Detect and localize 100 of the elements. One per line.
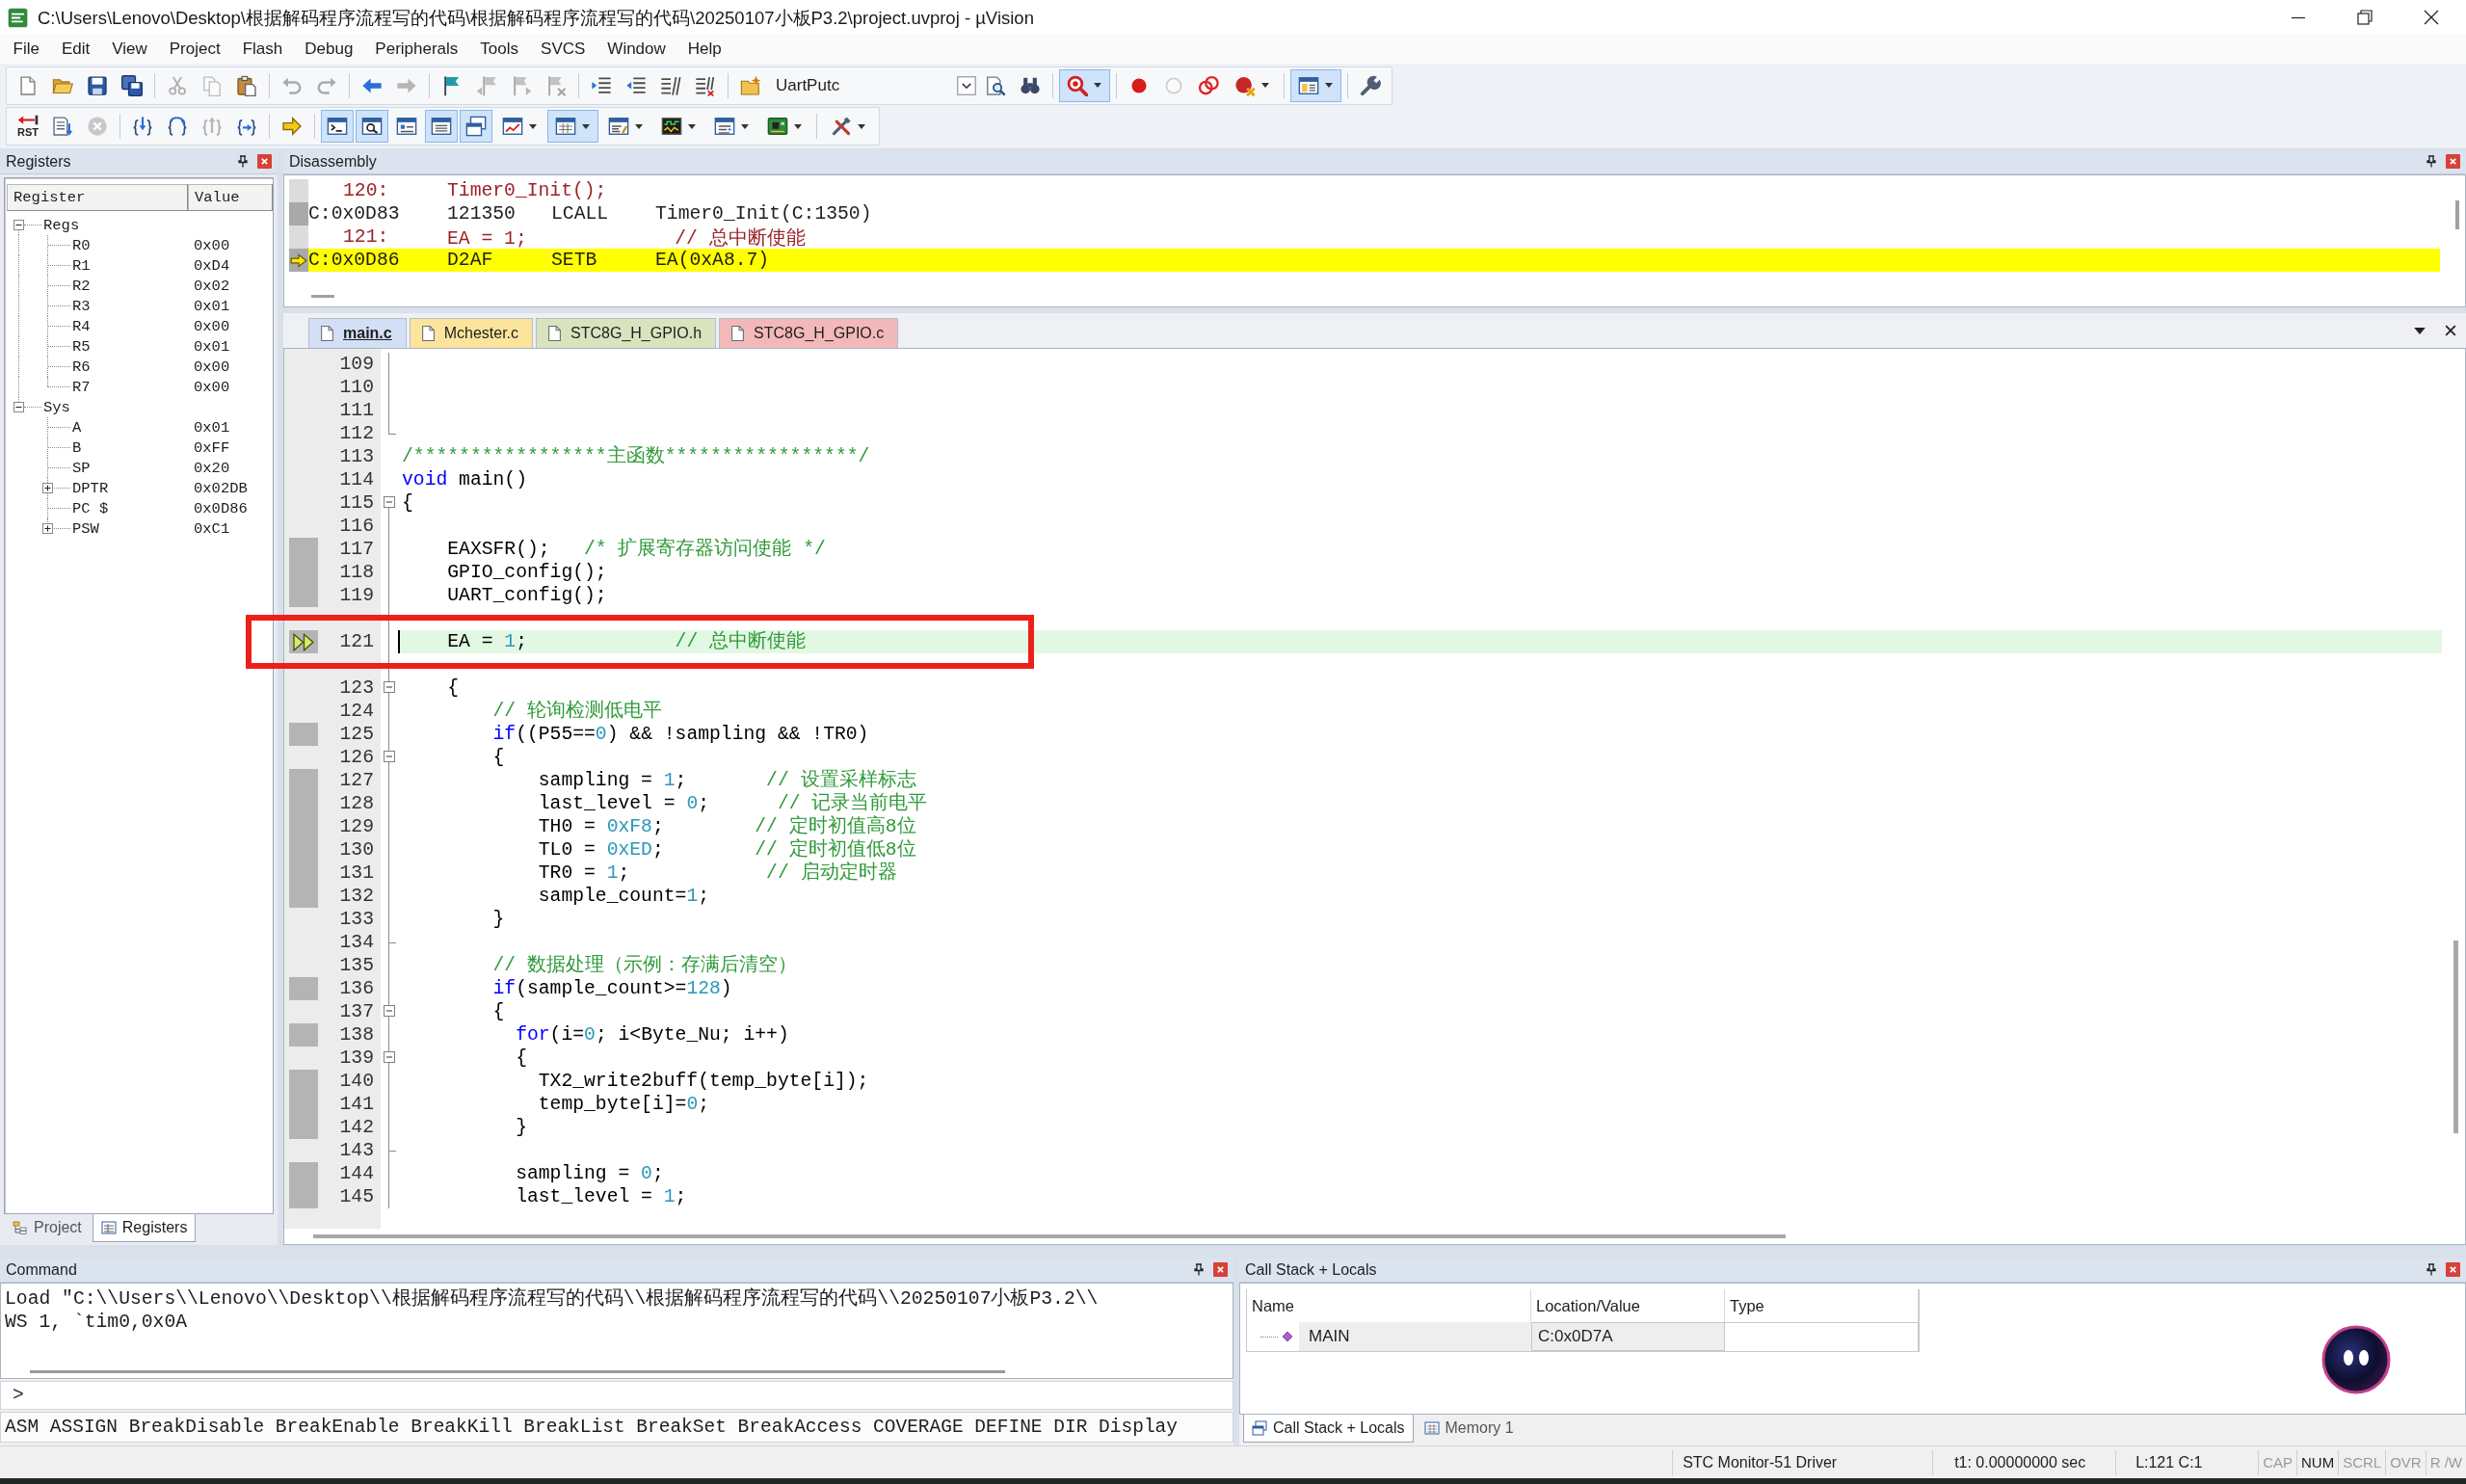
- assistant-orb-icon[interactable]: [2321, 1325, 2391, 1394]
- code-line: sampling = 0;: [515, 1162, 664, 1185]
- line-number: 116: [338, 515, 374, 538]
- folder-sparkle-icon: [740, 74, 761, 96]
- pin-icon[interactable]: [1194, 1263, 1204, 1276]
- window-layout-icon: [1298, 74, 1319, 96]
- code-line: {: [515, 1047, 527, 1070]
- debug-session-button[interactable]: [1059, 68, 1110, 102]
- minus-box-icon[interactable]: [13, 402, 24, 412]
- command-window-button[interactable]: [321, 110, 354, 144]
- menu-item[interactable]: Peripherals: [363, 40, 469, 59]
- source-line-number: 120:: [342, 180, 390, 201]
- gutter-marker: [289, 202, 308, 225]
- disassembly-window-button[interactable]: [356, 110, 388, 144]
- slashed-lines-icon: [660, 74, 681, 96]
- fold-minus-icon[interactable]: [384, 1051, 395, 1063]
- panel-title: Command: [6, 1260, 78, 1279]
- line-number: 125: [338, 723, 374, 746]
- scrollbar-thumb[interactable]: [2455, 200, 2459, 229]
- menu-item[interactable]: Debug: [293, 40, 364, 59]
- fold-minus-icon[interactable]: [384, 681, 395, 693]
- mnemonic: SETB: [551, 250, 598, 271]
- memory-window-button[interactable]: [547, 110, 598, 144]
- mnemonic: LCALL: [551, 203, 610, 225]
- register-name: R4: [72, 317, 91, 335]
- app-logo-icon: [8, 7, 28, 28]
- register-name: PC $: [72, 499, 109, 517]
- registers-window-button[interactable]: [425, 110, 458, 144]
- menu-item[interactable]: Tools: [468, 40, 530, 59]
- minus-box-icon[interactable]: [13, 220, 24, 230]
- arrow-bar-icon: [17, 115, 39, 126]
- line-number: 136: [338, 977, 374, 1000]
- menu-item[interactable]: Flash: [231, 40, 294, 59]
- list-window-icon: [431, 116, 452, 138]
- scrollbar-thumb[interactable]: [2453, 941, 2458, 1133]
- register-value: 0x0D86: [194, 499, 249, 517]
- file-tab[interactable]: main.c: [308, 318, 407, 348]
- panel-tab[interactable]: Project: [4, 1214, 91, 1242]
- line-number: 126: [338, 746, 374, 769]
- menu-item[interactable]: Edit: [50, 40, 101, 59]
- close-icon[interactable]: [2445, 325, 2456, 336]
- plus-box-icon[interactable]: [42, 483, 53, 493]
- plus-box-icon[interactable]: [42, 523, 53, 534]
- command-input-field[interactable]: >: [0, 1381, 1233, 1410]
- window-layout-button[interactable]: [1290, 68, 1341, 102]
- code-line: TH0 = 0xF8; // 定时初值高8位: [537, 815, 916, 838]
- copy-pages-icon: [201, 74, 223, 96]
- line-number: 145: [338, 1185, 374, 1208]
- caret-icon: [741, 123, 749, 129]
- register-name: R5: [72, 337, 91, 356]
- pin-icon[interactable]: [2426, 155, 2436, 168]
- column-header[interactable]: Type: [1725, 1289, 1919, 1322]
- status-cursor-position: L:121 C:1: [2115, 1449, 2259, 1475]
- scrollbar-thumb[interactable]: [311, 294, 334, 298]
- menu-item[interactable]: View: [100, 40, 159, 59]
- menu-item[interactable]: Help: [676, 40, 733, 59]
- code-line: // 数据处理（示例：存满后清空）: [491, 954, 797, 977]
- call-stack-window-button[interactable]: [460, 110, 492, 144]
- line-number: 121: [338, 630, 374, 653]
- fold-minus-icon[interactable]: [384, 1005, 395, 1017]
- output-line: WS 1, `tim0,0x0A: [5, 1311, 188, 1334]
- panel-tab[interactable]: Memory 1: [1415, 1415, 1523, 1443]
- code-line: }: [491, 908, 505, 931]
- dropdown-caret-icon[interactable]: [2414, 327, 2426, 334]
- file-tab[interactable]: STC8G_H_GPIO.h: [536, 318, 717, 348]
- scrollbar-thumb[interactable]: [313, 1234, 1786, 1238]
- line-number: 111: [338, 399, 374, 422]
- grid-window-icon: [1423, 1420, 1440, 1436]
- menu-item[interactable]: Window: [596, 40, 677, 59]
- close-icon[interactable]: [2424, 10, 2439, 25]
- fold-minus-icon[interactable]: [384, 496, 395, 508]
- find-combo-field[interactable]: UartPutc: [770, 71, 976, 99]
- pin-icon[interactable]: [238, 155, 248, 168]
- list-window-icon: [100, 1220, 117, 1235]
- line-number: 124: [338, 700, 374, 723]
- register-name: R1: [72, 256, 91, 275]
- pin-icon[interactable]: [2426, 1263, 2436, 1276]
- code-line: void main(): [401, 468, 527, 491]
- panel-tab[interactable]: Registers: [92, 1214, 197, 1242]
- file-tab[interactable]: Mchester.c: [409, 318, 534, 348]
- column-header[interactable]: Value: [188, 184, 273, 211]
- operand: EA(0xA8.7): [655, 250, 770, 271]
- location-value: C:0x0D7A: [1531, 1322, 1725, 1351]
- restore-icon[interactable]: [2357, 10, 2373, 25]
- menu-item[interactable]: Project: [158, 40, 232, 59]
- code-line: {: [491, 746, 505, 769]
- column-header[interactable]: Register: [7, 184, 188, 211]
- braces-up-arrow-icon: [201, 116, 223, 138]
- function-name: MAIN: [1299, 1322, 1531, 1351]
- menu-item[interactable]: SVCS: [529, 40, 597, 59]
- panel-title: Call Stack + Locals: [1245, 1260, 1378, 1279]
- reset-button[interactable]: RST: [12, 110, 44, 144]
- caret-icon: [1094, 83, 1101, 89]
- file-tab[interactable]: STC8G_H_GPIO.c: [719, 318, 899, 348]
- panel-tab[interactable]: Call Stack + Locals: [1243, 1415, 1414, 1443]
- fold-minus-icon[interactable]: [384, 751, 395, 762]
- menu-item[interactable]: File: [2, 40, 51, 59]
- flag-right-arrow-icon: [511, 74, 532, 96]
- scrollbar-thumb[interactable]: [30, 1369, 1005, 1373]
- register-value: 0x00: [194, 317, 231, 335]
